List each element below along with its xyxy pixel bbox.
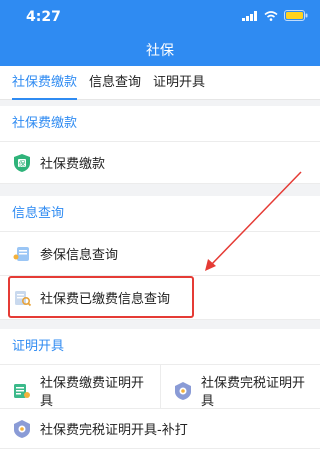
list-item-insured-info[interactable]: 参保信息查询 — [0, 232, 320, 276]
svg-text:保: 保 — [19, 159, 26, 168]
list-item-label: 社保费完税证明开具 — [201, 376, 306, 409]
shield-icon: 保 — [14, 153, 30, 172]
wifi-icon — [264, 10, 278, 21]
page-title: 社保 — [146, 43, 174, 59]
section-title-certificate: 证明开具 — [0, 329, 320, 365]
status-time: 4:27 — [26, 9, 61, 25]
header-bar: 4:27 社保 — [0, 0, 320, 66]
list-item-label: 参保信息查询 — [40, 248, 119, 263]
section-title-payment: 社保费缴款 — [0, 106, 320, 142]
status-icons — [242, 10, 308, 21]
battery-icon — [284, 10, 308, 21]
list-item-tax-certificate[interactable]: 社保费完税证明开具 — [161, 365, 320, 409]
list-item-label: 社保费缴费证明开具 — [40, 376, 145, 409]
tab-certificate[interactable]: 证明开具 — [153, 66, 205, 100]
tab-bar: 社保费缴款 信息查询 证明开具 — [0, 66, 320, 100]
tab-payment[interactable]: 社保费缴款 — [12, 66, 78, 100]
list-item-label: 社保费完税证明开具-补打 — [40, 423, 188, 438]
list-item-payment-certificate[interactable]: 社保费缴费证明开具 — [0, 365, 160, 409]
app-screen: 4:27 社保 社保费缴款 信息查询 证明开具 社保费缴款 保 社保费缴款 信息… — [0, 0, 320, 449]
list-item-tax-certificate-reprint[interactable]: 社保费完税证明开具-补打 — [0, 409, 320, 449]
info-card-icon — [13, 246, 29, 261]
badge-icon — [175, 382, 191, 400]
list-item-label: 社保费缴款 — [40, 157, 106, 172]
section-title-query: 信息查询 — [0, 196, 320, 232]
tab-info-query[interactable]: 信息查询 — [89, 66, 141, 100]
annotation-highlight-box — [8, 276, 194, 318]
list-item-payment[interactable]: 保 社保费缴款 — [0, 142, 320, 184]
signal-icon — [242, 10, 257, 21]
badge-icon — [14, 419, 30, 438]
receipt-icon — [14, 384, 30, 398]
